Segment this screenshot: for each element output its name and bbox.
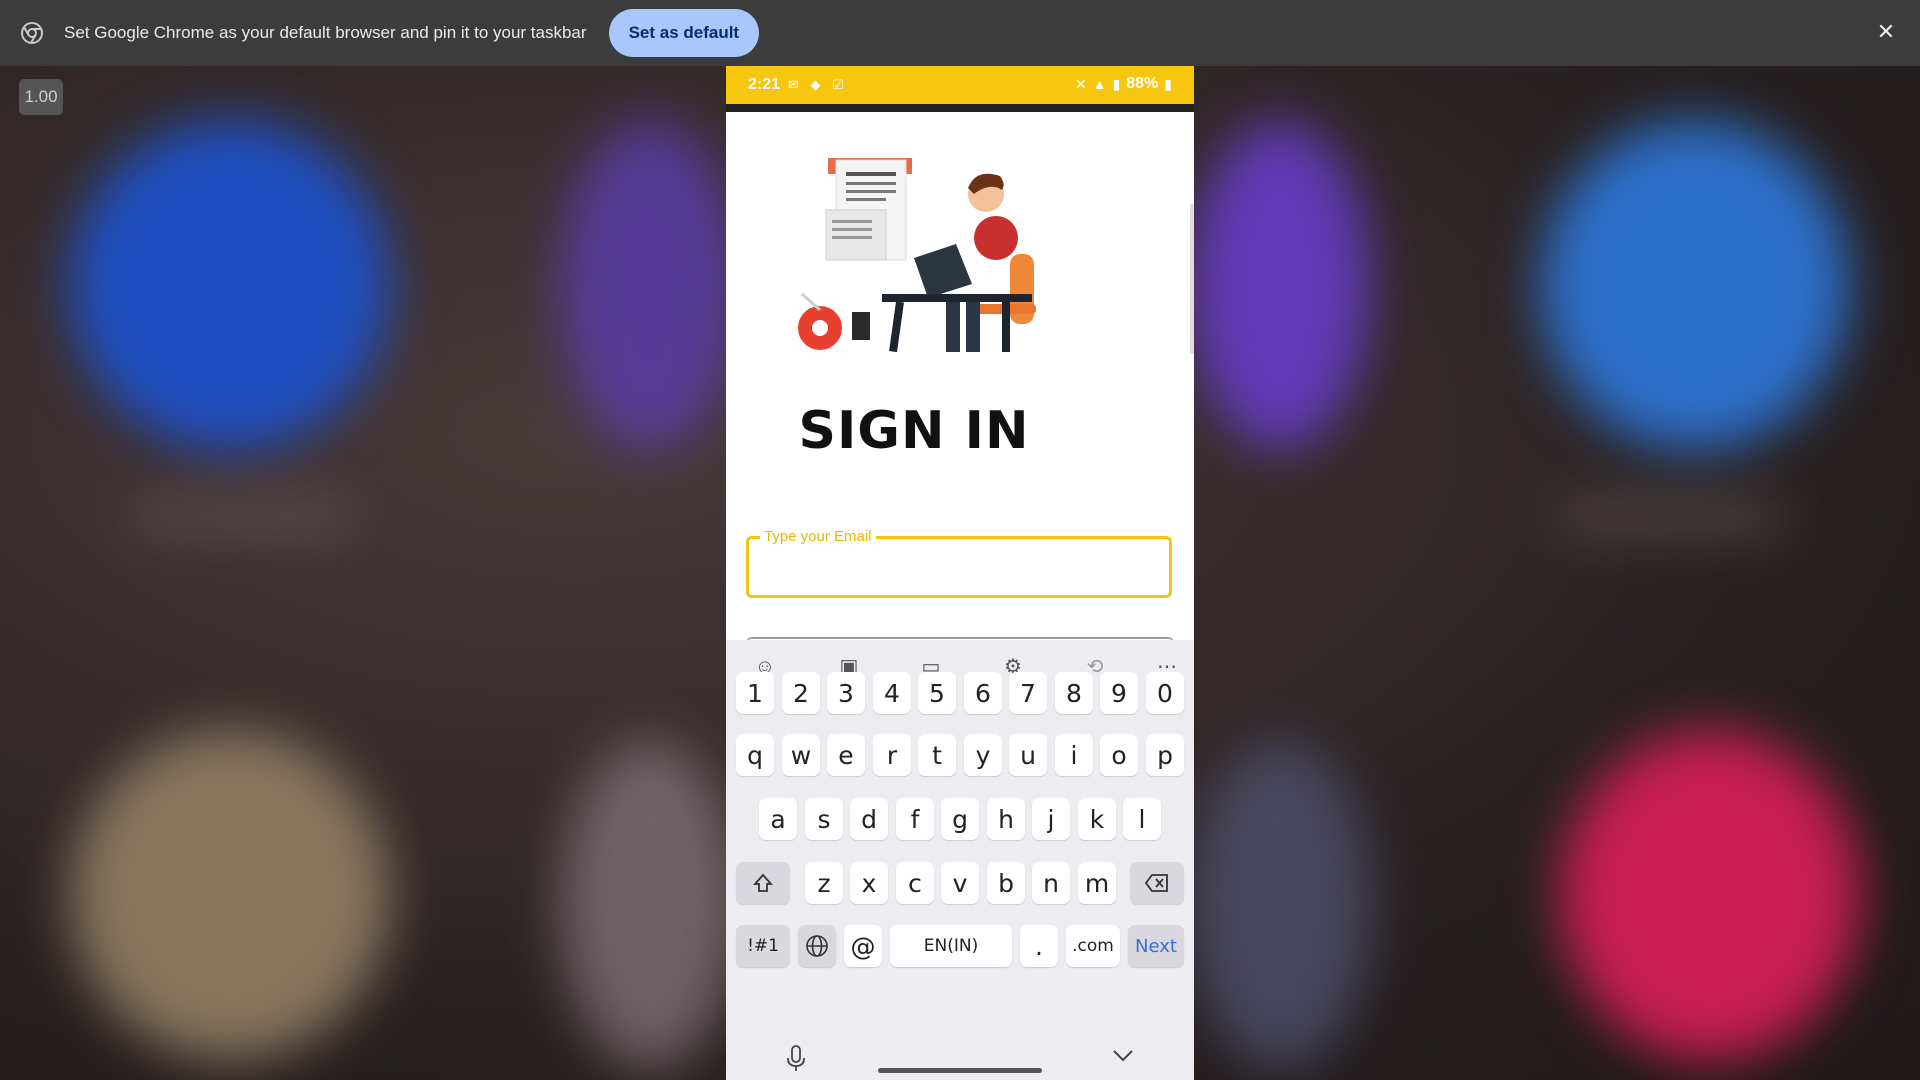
- blurred-app-icon: [560, 740, 740, 1070]
- camera-strip: [726, 104, 1194, 112]
- key-h[interactable]: h: [987, 798, 1025, 840]
- key-8[interactable]: 8: [1055, 672, 1093, 714]
- blurred-label: [130, 500, 350, 530]
- key-e[interactable]: e: [827, 734, 865, 776]
- battery-level: 88%: [1126, 75, 1159, 92]
- blurred-app-icon: [1190, 120, 1370, 450]
- key-u[interactable]: u: [1009, 734, 1047, 776]
- key-i[interactable]: i: [1055, 734, 1093, 776]
- globe-icon: [806, 935, 828, 957]
- key-r[interactable]: r: [873, 734, 911, 776]
- blurred-app-icon: [70, 120, 390, 450]
- key-2[interactable]: 2: [782, 672, 820, 714]
- key-v[interactable]: v: [941, 862, 979, 904]
- dotcom-key[interactable]: .com: [1066, 925, 1120, 967]
- key-1[interactable]: 1: [736, 672, 774, 714]
- email-field[interactable]: [746, 536, 1172, 598]
- period-key[interactable]: .: [1020, 925, 1058, 967]
- blurred-app-icon: [1540, 120, 1850, 450]
- key-n[interactable]: n: [1032, 862, 1070, 904]
- shift-key[interactable]: [736, 862, 790, 904]
- chrome-icon: [21, 22, 43, 44]
- key-z[interactable]: z: [805, 862, 843, 904]
- key-t[interactable]: t: [918, 734, 956, 776]
- page-title: SIGN IN: [798, 401, 1030, 461]
- person-at-desk-illustration: [798, 158, 1036, 353]
- keyboard-bottom-bar: [726, 1038, 1194, 1080]
- backspace-icon: [1144, 874, 1168, 892]
- microphone-icon[interactable]: [784, 1044, 808, 1074]
- key-j[interactable]: j: [1032, 798, 1070, 840]
- key-d[interactable]: d: [850, 798, 888, 840]
- key-w[interactable]: w: [782, 734, 820, 776]
- zoom-level-badge: 1.00: [19, 79, 63, 115]
- key-6[interactable]: 6: [964, 672, 1002, 714]
- email-field-label: Type your Email: [760, 528, 876, 545]
- phone-screen: 2:21 ✉ ◆ ☑ ✕ ▲ ▮ 88% ▮ SIGN IN Type your…: [726, 66, 1194, 1080]
- key-q[interactable]: q: [736, 734, 774, 776]
- notification-icons: ✉ ◆ ☑: [788, 77, 848, 92]
- set-as-default-button[interactable]: Set as default: [608, 9, 760, 57]
- key-4[interactable]: 4: [873, 672, 911, 714]
- status-time: 2:21: [748, 76, 781, 93]
- key-l[interactable]: l: [1123, 798, 1161, 840]
- key-o[interactable]: o: [1100, 734, 1138, 776]
- key-b[interactable]: b: [987, 862, 1025, 904]
- blurred-app-icon: [1560, 730, 1860, 1060]
- battery-icon: ▮: [1164, 75, 1172, 92]
- wifi-icon: ▲: [1092, 76, 1107, 92]
- mute-icon: ✕: [1074, 75, 1087, 92]
- key-0[interactable]: 0: [1146, 672, 1184, 714]
- key-m[interactable]: m: [1078, 862, 1116, 904]
- blurred-app-icon: [560, 120, 740, 450]
- signal-icon: ▮: [1112, 75, 1121, 92]
- banner-message: Set Google Chrome as your default browse…: [64, 23, 587, 42]
- backspace-key[interactable]: [1130, 862, 1184, 904]
- key-5[interactable]: 5: [918, 672, 956, 714]
- language-key[interactable]: [798, 925, 836, 967]
- key-c[interactable]: c: [896, 862, 934, 904]
- symbols-key[interactable]: !#1: [736, 925, 790, 967]
- close-icon[interactable]: ✕: [1874, 20, 1898, 44]
- key-f[interactable]: f: [896, 798, 934, 840]
- home-indicator[interactable]: [878, 1068, 1042, 1073]
- key-x[interactable]: x: [850, 862, 888, 904]
- key-p[interactable]: p: [1146, 734, 1184, 776]
- next-key[interactable]: Next: [1128, 925, 1184, 967]
- blurred-app-icon: [1190, 740, 1370, 1070]
- key-7[interactable]: 7: [1009, 672, 1047, 714]
- space-key[interactable]: EN(IN): [890, 925, 1012, 967]
- key-g[interactable]: g: [941, 798, 979, 840]
- default-browser-banner: Set Google Chrome as your default browse…: [0, 0, 1920, 66]
- key-y[interactable]: y: [964, 734, 1002, 776]
- chevron-down-icon[interactable]: [1112, 1046, 1134, 1069]
- blurred-app-icon: [70, 730, 390, 1060]
- key-k[interactable]: k: [1078, 798, 1116, 840]
- status-bar: 2:21 ✉ ◆ ☑ ✕ ▲ ▮ 88% ▮: [726, 66, 1194, 104]
- scrollbar[interactable]: [1190, 204, 1194, 354]
- at-key[interactable]: @: [844, 925, 882, 967]
- on-screen-keyboard: ☺ ▣ ▭ ⚙ ⟲ ⋯ 1 2 3 4 5 6 7 8 9 0 q w e r …: [726, 640, 1194, 1080]
- key-a[interactable]: a: [759, 798, 797, 840]
- status-right: ✕ ▲ ▮ 88% ▮: [1075, 75, 1172, 93]
- key-s[interactable]: s: [805, 798, 843, 840]
- blurred-label: [1560, 500, 1780, 530]
- key-9[interactable]: 9: [1100, 672, 1138, 714]
- key-3[interactable]: 3: [827, 672, 865, 714]
- shift-icon: [752, 873, 774, 892]
